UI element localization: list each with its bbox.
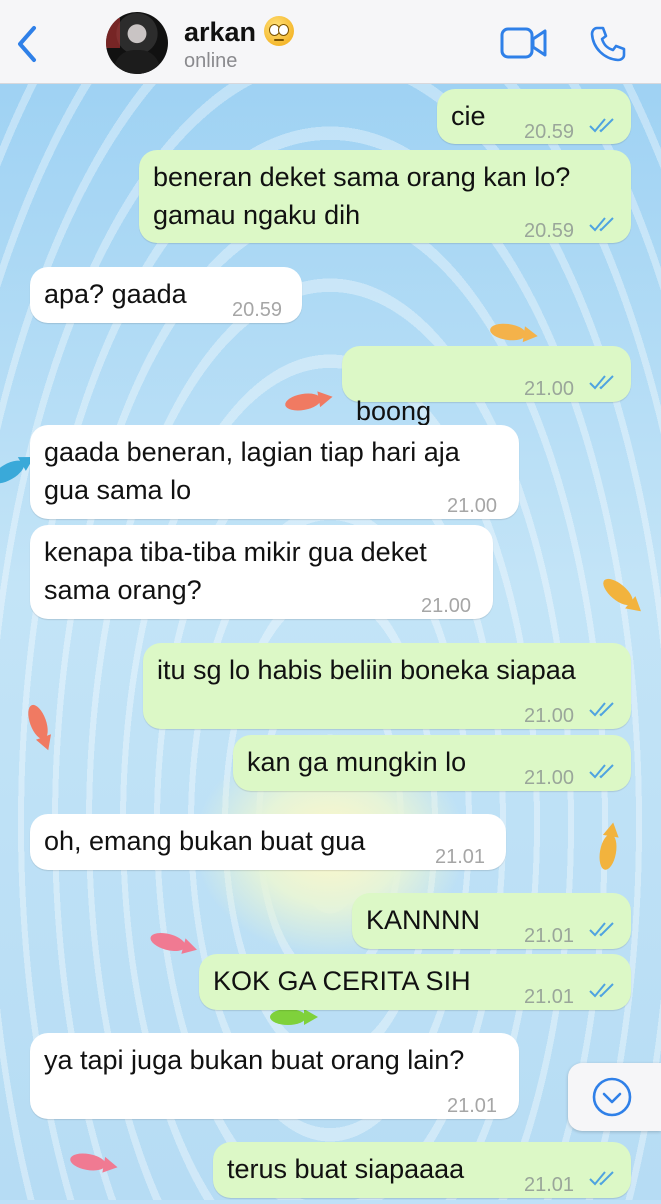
message-bubble-outgoing[interactable]: cie 20.59 xyxy=(437,89,631,144)
read-receipt-icon xyxy=(589,217,614,232)
scroll-to-bottom-button[interactable] xyxy=(568,1063,661,1131)
fish-decoration xyxy=(599,574,637,610)
contact-status: online xyxy=(184,50,238,72)
message-bubble-outgoing[interactable]: KANNNN 21.01 xyxy=(352,893,631,949)
message-time: 20.59 xyxy=(232,299,283,321)
message-time: 21.01 xyxy=(447,1095,498,1117)
message-bubble-outgoing[interactable]: itu sg lo habis beliin boneka siapaa 21.… xyxy=(143,643,631,729)
message-time: 21.00 xyxy=(524,767,575,789)
read-receipt-icon xyxy=(589,983,614,998)
voice-call-button[interactable] xyxy=(588,24,628,64)
message-bubble-outgoing[interactable]: terus buat siapaaaa 21.01 xyxy=(213,1142,631,1198)
message-text: KOK GA CERITA SIH xyxy=(213,966,471,996)
chevron-down-circle-icon xyxy=(592,1077,632,1117)
fish-decoration xyxy=(270,1009,318,1025)
message-bubble-incoming[interactable]: ya tapi juga bukan buat orang lain? 21.0… xyxy=(30,1033,519,1119)
read-receipt-icon xyxy=(589,764,614,779)
message-text: oh, emang bukan buat gua xyxy=(44,826,366,856)
message-text: kan ga mungkin lo xyxy=(247,747,467,777)
read-receipt-icon xyxy=(589,702,614,717)
message-bubble-outgoing[interactable]: boong 21.00 xyxy=(342,346,631,463)
back-button[interactable] xyxy=(12,22,42,66)
message-text: apa? gaada xyxy=(44,279,187,309)
read-receipt-icon xyxy=(589,375,614,390)
message-text: ya tapi juga bukan buat orang lain? xyxy=(44,1045,465,1075)
message-bubble-incoming[interactable]: apa? gaada 20.59 xyxy=(30,267,302,323)
message-time: 21.00 xyxy=(421,595,472,617)
phone-icon xyxy=(590,26,626,62)
message-text-content: boong xyxy=(356,396,432,426)
message-text: terus buat siapaaaa xyxy=(227,1154,465,1184)
message-bubble-incoming[interactable]: oh, emang bukan buat gua 21.01 xyxy=(30,814,506,870)
chevron-left-icon xyxy=(18,26,36,62)
fish-decoration xyxy=(24,702,52,742)
message-text: kenapa tiba-tiba mikir gua deket sama or… xyxy=(44,537,427,605)
message-time: 21.00 xyxy=(524,378,575,400)
message-text: gaada beneran, lagian tiap hari aja gua … xyxy=(44,437,460,505)
fish-decoration xyxy=(68,1150,108,1174)
message-bubble-outgoing[interactable]: kan ga mungkin lo 21.00 xyxy=(233,735,631,791)
message-text: beneran deket sama orang kan lo? gamau n… xyxy=(153,162,571,230)
fish-decoration xyxy=(148,929,188,955)
message-time: 21.00 xyxy=(447,495,498,517)
video-camera-icon xyxy=(500,27,547,59)
message-text: itu sg lo habis beliin boneka siapaa xyxy=(157,655,576,685)
message-bubble-incoming[interactable]: gaada beneran, lagian tiap hari aja gua … xyxy=(30,425,519,519)
avatar[interactable] xyxy=(106,12,168,74)
contact-name[interactable]: arkan xyxy=(184,16,294,48)
read-receipt-icon xyxy=(589,118,614,133)
message-time: 21.01 xyxy=(524,986,575,1008)
message-time: 21.01 xyxy=(524,925,575,947)
message-time: 20.59 xyxy=(524,220,575,242)
message-time: 21.00 xyxy=(524,705,575,727)
fish-decoration xyxy=(283,390,323,414)
message-time: 21.01 xyxy=(435,846,486,868)
fish-decoration xyxy=(0,456,28,488)
video-call-button[interactable] xyxy=(500,26,548,60)
read-receipt-icon xyxy=(589,922,614,937)
rolling-eyes-emoji-icon xyxy=(263,16,294,46)
message-time: 20.59 xyxy=(524,121,575,143)
fish-decoration xyxy=(489,321,527,343)
contact-name-text: arkan xyxy=(184,17,257,47)
read-receipt-icon xyxy=(589,1171,614,1186)
fish-decoration xyxy=(596,832,620,872)
message-time: 21.01 xyxy=(524,1174,575,1196)
message-bubble-outgoing[interactable]: beneran deket sama orang kan lo? gamau n… xyxy=(139,150,631,243)
message-text: KANNNN xyxy=(366,905,481,935)
message-bubble-outgoing[interactable]: KOK GA CERITA SIH 21.01 xyxy=(199,954,631,1010)
chat-header: arkan online xyxy=(0,0,661,84)
message-bubble-incoming[interactable]: kenapa tiba-tiba mikir gua deket sama or… xyxy=(30,525,493,619)
message-text: cie xyxy=(451,101,486,131)
